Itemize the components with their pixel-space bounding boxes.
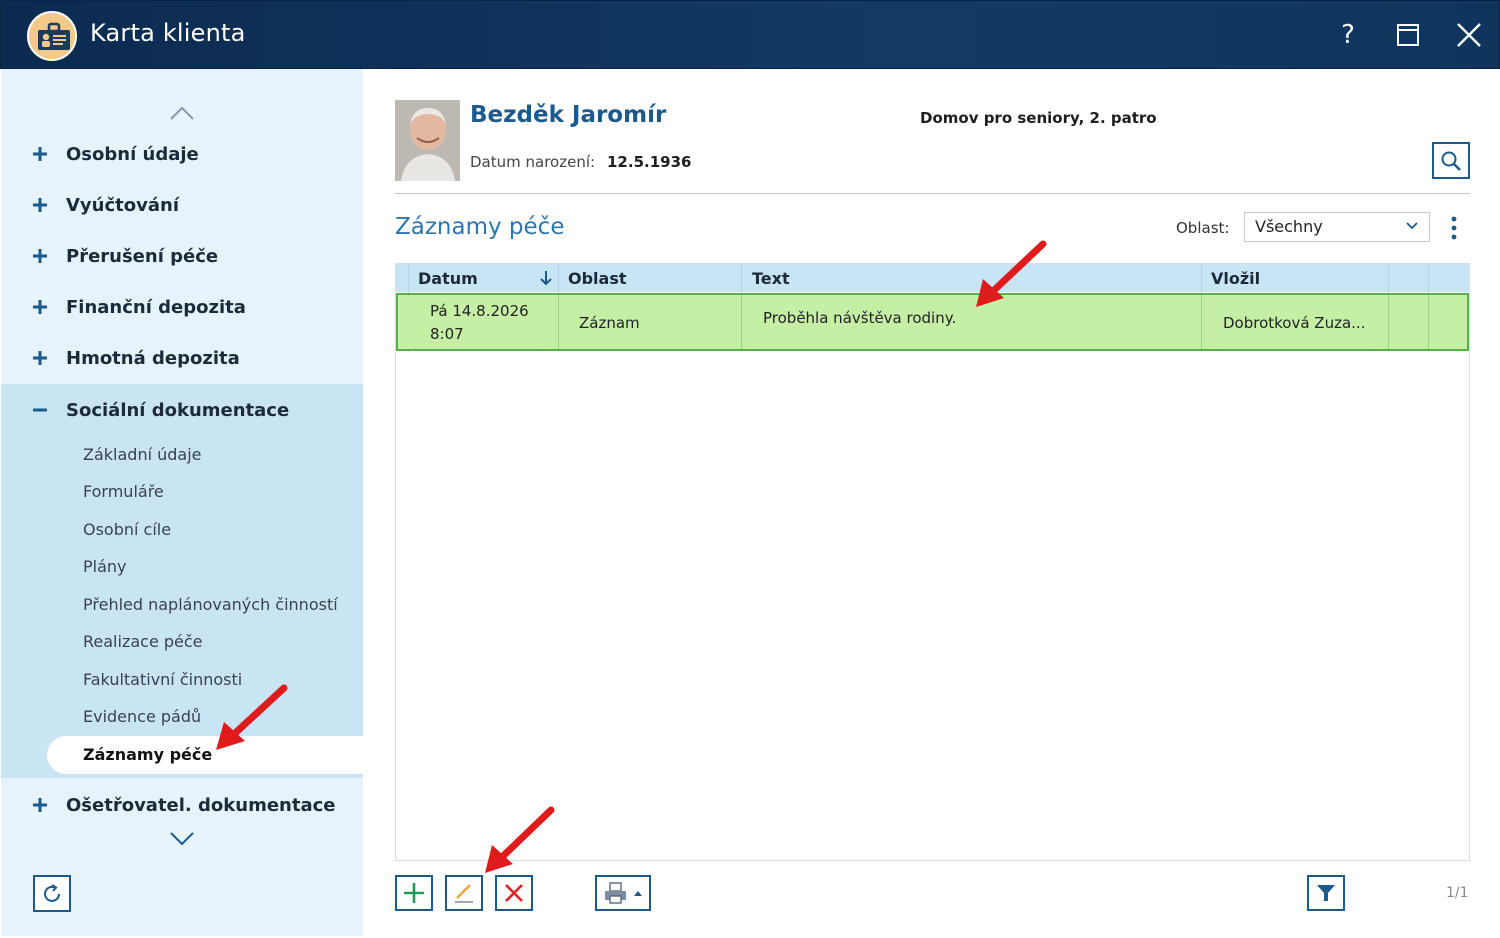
pencil-icon — [455, 884, 473, 903]
sidebar-subitem-osobni-cile[interactable]: Osobní cíle — [83, 520, 171, 539]
plus-icon — [33, 300, 47, 314]
client-card-app-icon — [27, 11, 77, 61]
column-divider — [1428, 295, 1429, 349]
more-options-icon[interactable] — [1444, 215, 1464, 241]
cell-area: Záznam — [579, 314, 640, 332]
column-header-datum[interactable]: Datum — [418, 269, 478, 288]
delete-record-button[interactable] — [495, 875, 533, 911]
sidebar-item-socialni-dokumentace[interactable]: Sociální dokumentace — [1, 388, 363, 432]
cell-text: Proběhla návštěva rodiny. — [763, 309, 957, 327]
sidebar-item-preruseni-pece[interactable]: Přerušení péče — [1, 234, 363, 278]
plus-icon — [33, 249, 47, 263]
title-bar: Karta klienta ? — [0, 0, 1500, 69]
sidebar-item-financni-depozita[interactable]: Finanční depozita — [1, 285, 363, 329]
column-header-oblast[interactable]: Oblast — [568, 269, 627, 288]
main-panel: Bezděk Jaromír Datum narození: 12.5.1936… — [364, 69, 1500, 936]
refresh-icon — [44, 883, 60, 902]
column-header-text[interactable]: Text — [752, 269, 790, 288]
sidebar-item-hmotna-depozita[interactable]: Hmotná depozita — [1, 336, 363, 380]
caret-up-icon — [634, 891, 642, 896]
column-divider — [558, 295, 559, 349]
column-divider — [1201, 295, 1202, 349]
client-photo — [395, 100, 460, 181]
sidebar-subitem-evidence-padu[interactable]: Evidence pádů — [83, 707, 201, 726]
window-title: Karta klienta — [90, 19, 246, 47]
help-button[interactable]: ? — [1328, 15, 1368, 55]
scroll-down-icon[interactable] — [169, 831, 195, 847]
dob-value: 12.5.1936 — [607, 153, 692, 171]
filter-button[interactable] — [1307, 875, 1345, 911]
table-row[interactable]: Pá 14.8.2026 8:07 Záznam Proběhla návště… — [396, 293, 1469, 351]
sidebar-subitem-zakladni-udaje[interactable]: Základní údaje — [83, 445, 202, 464]
page-counter: 1/1 — [1446, 885, 1469, 901]
dob-label: Datum narození: — [470, 153, 596, 171]
plus-icon — [33, 351, 47, 365]
minus-icon — [33, 408, 47, 412]
refresh-button[interactable] — [33, 875, 71, 912]
care-records-table: Datum Oblast Text Vložil Pá 14.8.2026 8:… — [395, 263, 1470, 861]
cell-author: Dobrotková Zuza... — [1223, 314, 1366, 332]
plus-icon — [33, 198, 47, 212]
sort-down-icon — [540, 271, 552, 286]
sidebar-item-label: Hmotná depozita — [66, 347, 240, 369]
filter-icon — [1317, 885, 1335, 901]
sidebar-item-label: Přerušení péče — [66, 245, 219, 267]
area-filter-label: Oblast: — [1176, 219, 1230, 237]
plus-icon — [33, 147, 47, 161]
column-header-vlozil[interactable]: Vložil — [1211, 269, 1260, 288]
sidebar-item-vyuctovani[interactable]: Vyúčtování — [1, 183, 363, 227]
sidebar-item-osobni-udaje[interactable]: Osobní údaje — [1, 132, 363, 176]
header-divider — [395, 193, 1470, 194]
plus-icon — [33, 798, 47, 812]
cell-time: 8:07 — [430, 325, 464, 343]
sidebar-subitem-active-label: Záznamy péče — [83, 745, 213, 764]
area-filter-value: Všechny — [1255, 217, 1323, 236]
chevron-down-icon — [1406, 222, 1418, 230]
sidebar: Osobní údaje Vyúčtování Přerušení péče F… — [1, 69, 367, 936]
plus-icon — [404, 883, 424, 903]
facility-label: Domov pro seniory, 2. patro — [920, 109, 1157, 127]
sidebar-subitem-formulare[interactable]: Formuláře — [83, 482, 164, 501]
section-title: Záznamy péče — [395, 214, 565, 240]
maximize-button[interactable] — [1388, 15, 1428, 55]
maximize-icon — [1397, 24, 1419, 46]
column-divider — [1388, 295, 1389, 349]
scroll-up-icon[interactable] — [169, 105, 195, 121]
print-menu-button[interactable] — [595, 875, 651, 911]
sidebar-subitem-fakultativni-cinnosti[interactable]: Fakultativní činnosti — [83, 670, 242, 689]
search-button[interactable] — [1432, 142, 1470, 179]
printer-icon — [605, 882, 626, 904]
add-record-button[interactable] — [395, 875, 433, 911]
sidebar-subitem-plany[interactable]: Plány — [83, 557, 127, 576]
delete-icon — [505, 884, 523, 902]
sidebar-item-label: Osobní údaje — [66, 143, 199, 165]
sidebar-item-label: Vyúčtování — [66, 194, 179, 216]
client-name: Bezděk Jaromír — [470, 102, 667, 128]
table-header: Datum Oblast Text Vložil — [396, 264, 1469, 292]
sidebar-item-label: Finanční depozita — [66, 296, 246, 318]
edit-record-button[interactable] — [445, 875, 483, 911]
sidebar-subitem-realizace-pece[interactable]: Realizace péče — [83, 632, 203, 651]
search-icon — [1441, 151, 1461, 171]
close-icon — [1457, 23, 1481, 47]
help-icon: ? — [1341, 20, 1355, 50]
cell-date: Pá 14.8.2026 — [430, 302, 529, 320]
area-filter-select[interactable]: Všechny — [1244, 212, 1430, 242]
sidebar-item-label: Sociální dokumentace — [66, 399, 290, 421]
column-divider — [741, 295, 742, 349]
sidebar-item-label: Ošetřovatel. dokumentace — [66, 794, 336, 816]
sidebar-item-osetrovatel-dokumentace[interactable]: Ošetřovatel. dokumentace — [1, 783, 363, 827]
sidebar-subitem-prehled-naplanovanych-cinnosti[interactable]: Přehled naplánovaných činností — [83, 595, 338, 614]
close-button[interactable] — [1449, 15, 1489, 55]
